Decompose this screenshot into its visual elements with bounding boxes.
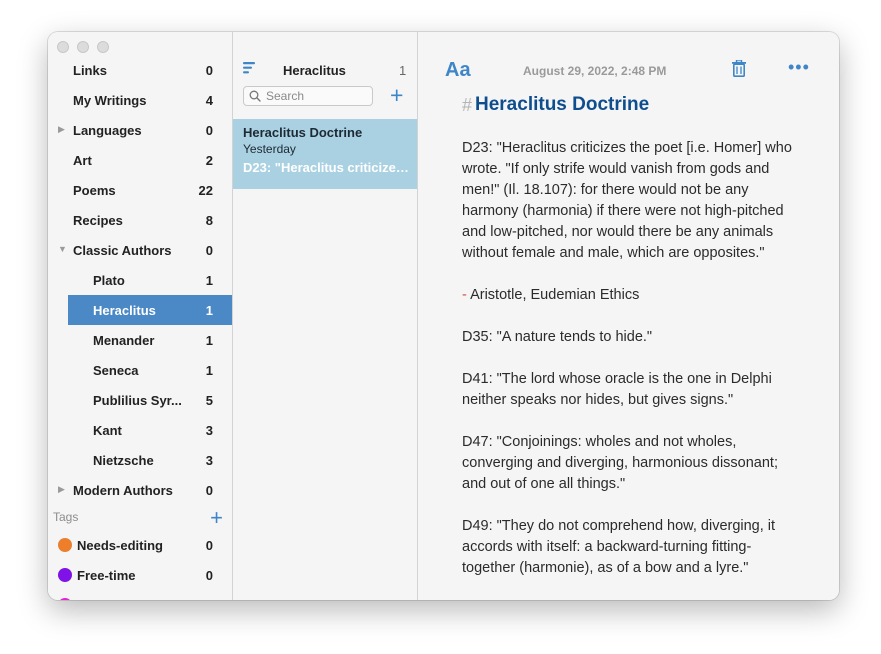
zoom-window-button[interactable] xyxy=(97,41,109,53)
note-list-item[interactable]: Heraclitus Doctrine Yesterday D23: "Hera… xyxy=(233,119,417,189)
app-window: Links 0 My Writings 4 ▶ Languages 0 Art … xyxy=(48,32,839,600)
sidebar-item-count: 0 xyxy=(205,63,213,78)
sidebar-item-label: Poems xyxy=(73,183,116,198)
note-date: August 29, 2022, 2:48 PM xyxy=(523,64,667,78)
sidebar-item-count: 2 xyxy=(205,153,213,168)
sidebar-item-count: 0 xyxy=(205,483,213,498)
sidebar-item-label: Recipes xyxy=(73,213,123,228)
sidebar-item-nietzsche[interactable]: Nietzsche 3 xyxy=(48,445,232,475)
typography-button[interactable]: Aa xyxy=(445,59,471,82)
note-paragraph: D49: "They do not comprehend how, diverg… xyxy=(462,518,776,576)
tag-item-label: Needs-editing xyxy=(77,538,163,553)
sidebar: Links 0 My Writings 4 ▶ Languages 0 Art … xyxy=(48,32,233,600)
sidebar-item-count: 0 xyxy=(205,123,213,138)
tag-item-partial[interactable] xyxy=(48,590,232,600)
tag-color-dot xyxy=(58,598,72,600)
sidebar-item-count: 5 xyxy=(205,393,213,408)
sidebar-item-publilius-syrus[interactable]: Publilius Syr... 5 xyxy=(48,385,232,415)
trash-icon[interactable] xyxy=(732,60,746,77)
sidebar-item-my-writings[interactable]: My Writings 4 xyxy=(48,85,232,115)
sidebar-item-count: 1 xyxy=(205,273,213,288)
new-note-button[interactable]: + xyxy=(390,82,403,108)
sidebar-item-count: 1 xyxy=(205,333,213,348)
note-list-title: Heraclitus xyxy=(283,63,346,78)
note-item-preview: D23: "Heraclitus criticizes the poet xyxy=(243,160,411,175)
sidebar-item-poems[interactable]: Poems 22 xyxy=(48,175,232,205)
tags-header-label: Tags xyxy=(53,510,79,524)
sidebar-item-label: Languages xyxy=(73,123,142,138)
sort-icon[interactable] xyxy=(243,62,256,74)
sidebar-item-count: 22 xyxy=(198,183,213,198)
tag-item-label: Free-time xyxy=(77,568,136,583)
sidebar-item-menander[interactable]: Menander 1 xyxy=(48,325,232,355)
sidebar-item-modern-authors[interactable]: ▶ Modern Authors 0 xyxy=(48,475,232,505)
tag-color-dot xyxy=(58,538,72,552)
note-paragraph: D35: "A nature tends to hide." xyxy=(462,329,653,345)
sidebar-item-kant[interactable]: Kant 3 xyxy=(48,415,232,445)
note-paragraph: D47: "Conjoinings: wholes and not wholes… xyxy=(462,434,778,492)
note-item-date: Yesterday xyxy=(243,142,296,156)
disclosure-triangle-right-icon[interactable]: ▶ xyxy=(58,124,65,135)
search-icon xyxy=(249,90,261,102)
note-paragraph: D23: "Heraclitus criticizes the poet [i.… xyxy=(462,140,792,261)
tag-item-count: 0 xyxy=(205,568,213,583)
editor-pane: Aa August 29, 2022, 2:48 PM ••• # Heracl… xyxy=(418,32,839,600)
sidebar-item-languages[interactable]: ▶ Languages 0 xyxy=(48,115,232,145)
sidebar-item-count: 3 xyxy=(205,453,213,468)
sidebar-item-label: Kant xyxy=(93,423,122,438)
add-tag-button[interactable]: + xyxy=(210,505,223,531)
sidebar-item-label: Nietzsche xyxy=(93,453,154,468)
sidebar-item-classic-authors[interactable]: ▼ Classic Authors 0 xyxy=(48,235,232,265)
note-list-pane: Heraclitus 1 + Heraclitus Doctrine Yeste… xyxy=(233,32,418,600)
note-body[interactable]: D23: "Heraclitus criticizes the poet [i.… xyxy=(462,138,802,600)
sidebar-item-count: 4 xyxy=(205,93,213,108)
sidebar-item-label: My Writings xyxy=(73,93,147,108)
minimize-window-button[interactable] xyxy=(77,41,89,53)
tags-section-header: Tags + xyxy=(48,505,232,531)
sidebar-item-seneca[interactable]: Seneca 1 xyxy=(48,355,232,385)
note-item-title: Heraclitus Doctrine xyxy=(243,125,363,140)
tag-item-needs-editing[interactable]: Needs-editing 0 xyxy=(48,530,232,560)
sidebar-item-count: 0 xyxy=(205,243,213,258)
sidebar-item-label: Menander xyxy=(93,333,155,348)
note-paragraph: D41: "The lord whose oracle is the one i… xyxy=(462,371,772,408)
sidebar-item-plato[interactable]: Plato 1 xyxy=(48,265,232,295)
note-list-line: - Aristotle, Eudemian Ethics xyxy=(462,285,802,306)
tag-item-count: 0 xyxy=(205,538,213,553)
sidebar-item-art[interactable]: Art 2 xyxy=(48,145,232,175)
window-controls xyxy=(57,41,109,53)
more-options-icon[interactable]: ••• xyxy=(788,57,810,78)
note-list-count: 1 xyxy=(399,63,407,78)
tag-color-dot xyxy=(58,568,72,582)
sidebar-item-heraclitus[interactable]: Heraclitus 1 xyxy=(68,295,232,325)
disclosure-triangle-down-icon[interactable]: ▼ xyxy=(58,244,67,254)
sidebar-item-count: 1 xyxy=(205,363,213,378)
sidebar-item-label: Publilius Syr... xyxy=(93,393,182,408)
heading-marker: # xyxy=(462,95,473,115)
sidebar-item-label: Modern Authors xyxy=(73,483,173,498)
close-window-button[interactable] xyxy=(57,41,69,53)
search-input[interactable] xyxy=(266,88,366,104)
sidebar-item-recipes[interactable]: Recipes 8 xyxy=(48,205,232,235)
sidebar-item-label: Heraclitus xyxy=(93,303,156,318)
sidebar-item-label: Classic Authors xyxy=(73,243,172,258)
sidebar-item-label: Links xyxy=(73,63,107,78)
search-box[interactable] xyxy=(243,86,373,106)
note-title[interactable]: Heraclitus Doctrine xyxy=(475,94,649,116)
list-dash: - xyxy=(462,287,467,303)
sidebar-item-count: 3 xyxy=(205,423,213,438)
disclosure-triangle-right-icon[interactable]: ▶ xyxy=(58,484,65,495)
sidebar-item-links[interactable]: Links 0 xyxy=(48,55,232,85)
sidebar-item-count: 1 xyxy=(205,303,213,318)
sidebar-item-count: 8 xyxy=(205,213,213,228)
note-paragraph: Aristotle, Eudemian Ethics xyxy=(470,287,640,303)
tag-item-free-time[interactable]: Free-time 0 xyxy=(48,560,232,590)
sidebar-item-label: Art xyxy=(73,153,92,168)
sidebar-item-label: Plato xyxy=(93,273,125,288)
sidebar-item-label: Seneca xyxy=(93,363,139,378)
